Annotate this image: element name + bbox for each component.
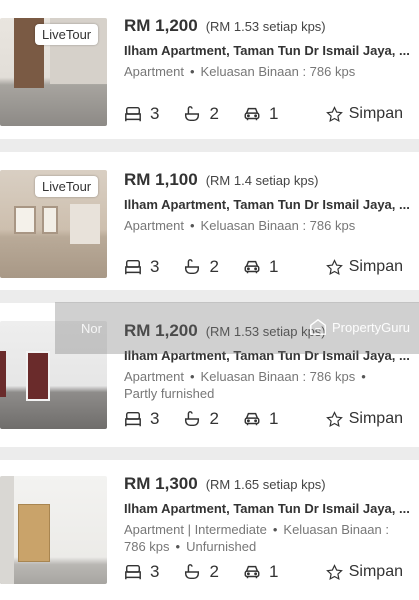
car-icon (244, 565, 260, 579)
save-button[interactable]: Simpan (325, 563, 403, 581)
listing-meta: Apartment • Keluasan Binaan : 786 kps • Par… (124, 369, 366, 401)
parking: 1 (243, 409, 278, 429)
bed-icon (125, 259, 141, 275)
listing-card[interactable]: LiveTour RM 1,100 (RM 1.4 setiap kps) Il… (0, 152, 419, 290)
listing-card[interactable]: RM 1,300 (RM 1.65 setiap kps) Ilham Apar… (0, 460, 419, 600)
listing-photo[interactable]: LiveTour (0, 170, 107, 278)
star-icon (325, 563, 343, 580)
star-icon (325, 410, 343, 427)
image-overlay-banner: Nor PropertyGuru (55, 302, 419, 354)
listing-photo[interactable] (0, 476, 107, 584)
bed-icon (125, 411, 141, 427)
listing-title[interactable]: Ilham Apartment, Taman Tun Dr Ismail Jay… (124, 197, 413, 212)
bath-icon (185, 259, 200, 275)
built-up-area: Keluasan Binaan : 786 kps (200, 369, 356, 384)
listing-meta: Apartment • Keluasan Binaan : 786 kps (124, 218, 356, 233)
price: RM 1,200 (124, 16, 198, 35)
price-per-sqft: (RM 1.65 setiap kps) (205, 477, 326, 492)
parking: 1 (243, 257, 278, 277)
bedrooms: 3 (124, 257, 159, 277)
property-type: Apartment (124, 218, 184, 233)
save-button[interactable]: Simpan (325, 258, 403, 276)
save-button[interactable]: Simpan (325, 410, 403, 428)
car-icon (244, 107, 260, 121)
built-up-area-label: Keluasan Binaan : (283, 522, 389, 537)
bed-icon (125, 564, 141, 580)
parking: 1 (243, 104, 278, 124)
bathrooms: 2 (183, 409, 219, 429)
listing-card[interactable]: LiveTour RM 1,200 (RM 1.53 setiap kps) I… (0, 0, 419, 139)
listing-meta: Apartment | Intermediate • Keluasan Binaan… (124, 522, 389, 554)
furnishing: Unfurnished (186, 539, 257, 554)
listing-meta: Apartment • Keluasan Binaan : 786 kps (124, 64, 356, 79)
bathrooms: 2 (183, 562, 219, 582)
listing-photo[interactable]: LiveTour (0, 18, 107, 126)
propertyguru-logo-icon (310, 318, 326, 335)
bedrooms: 3 (124, 104, 159, 124)
star-icon (325, 105, 343, 122)
price: RM 1,100 (124, 170, 198, 189)
bath-icon (185, 564, 200, 580)
property-type: Apartment (124, 369, 184, 384)
built-up-area: Keluasan Binaan : 786 kps (200, 64, 356, 79)
price: RM 1,300 (124, 474, 198, 493)
car-icon (244, 412, 260, 426)
car-icon (244, 260, 260, 274)
property-type: Apartment | Intermediate (124, 522, 267, 537)
overlay-text: Nor (81, 321, 102, 336)
bathrooms: 2 (183, 257, 219, 277)
livetour-badge: LiveTour (35, 24, 99, 45)
star-icon (325, 258, 343, 275)
listing-title[interactable]: Ilham Apartment, Taman Tun Dr Ismail Jay… (124, 43, 413, 58)
price-per-sqft: (RM 1.4 setiap kps) (205, 173, 319, 188)
price-per-sqft: (RM 1.53 setiap kps) (205, 19, 326, 34)
bedrooms: 3 (124, 409, 159, 429)
bath-icon (185, 106, 200, 122)
bed-icon (125, 106, 141, 122)
built-up-area-value: 786 kps (124, 539, 170, 554)
listing-title[interactable]: Ilham Apartment, Taman Tun Dr Ismail Jay… (124, 501, 413, 516)
bathrooms: 2 (183, 104, 219, 124)
property-type: Apartment (124, 64, 184, 79)
parking: 1 (243, 562, 278, 582)
bedrooms: 3 (124, 562, 159, 582)
livetour-badge: LiveTour (35, 176, 99, 197)
built-up-area: Keluasan Binaan : 786 kps (200, 218, 356, 233)
bath-icon (185, 411, 200, 427)
watermark: PropertyGuru (309, 318, 410, 336)
furnishing: Partly furnished (124, 386, 215, 401)
save-button[interactable]: Simpan (325, 105, 403, 123)
